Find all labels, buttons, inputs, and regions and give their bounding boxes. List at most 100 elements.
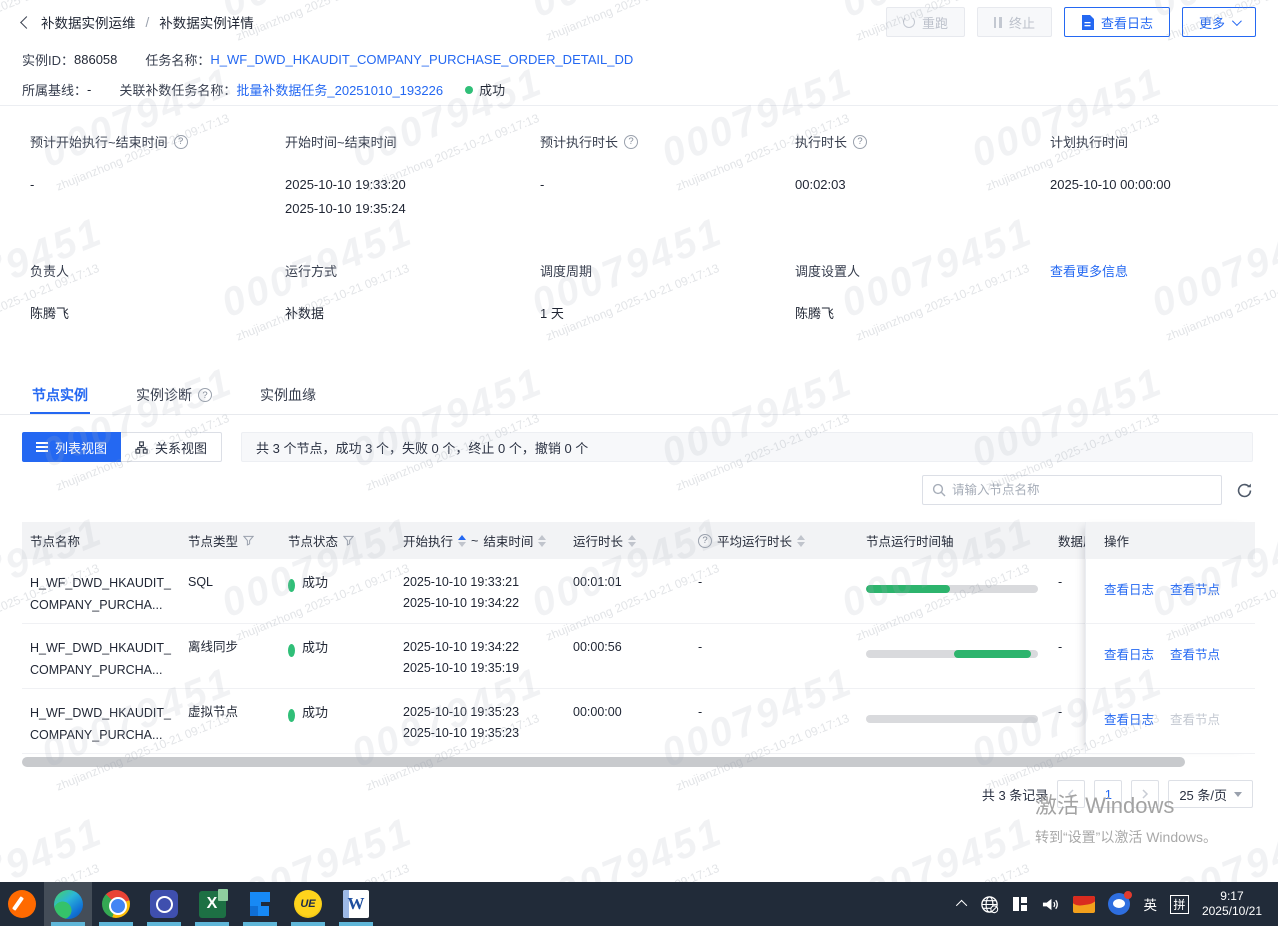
windows-activation-notice: 激活 Windows 转到“设置”以激活 Windows。: [1035, 788, 1217, 847]
sort-icon[interactable]: [628, 535, 636, 547]
info-value: -: [30, 173, 285, 197]
instance-id-value: 886058: [74, 52, 117, 67]
screen: 补数据实例运维 / 补数据实例详情 重跑 终止 查看日志 更多 实例ID： 88…: [0, 0, 1278, 926]
node-table: 节点名称 节点类型 节点状态 开始执行 ~ 结束时间 运行时长 平均运行时长 节…: [22, 522, 1255, 754]
help-icon[interactable]: [853, 135, 867, 149]
related-task-link[interactable]: 批量补数据任务_20251010_193226: [236, 80, 443, 99]
network-status-icon[interactable]: [980, 895, 999, 914]
view-log-link[interactable]: 查看日志: [1104, 644, 1154, 688]
info-value: 补数据: [285, 302, 540, 326]
list-view-button[interactable]: 列表视图: [22, 432, 121, 462]
back-icon[interactable]: [20, 16, 33, 29]
search-input[interactable]: [952, 483, 1212, 497]
breadcrumb-parent[interactable]: 补数据实例运维: [41, 12, 136, 32]
cell-duration: 00:01:01: [565, 559, 690, 623]
help-icon[interactable]: [698, 534, 712, 548]
relation-view-button[interactable]: 关系视图: [121, 432, 222, 462]
tabs-bar: 节点实例 实例诊断 实例血缘: [0, 378, 1278, 415]
action-column: 操作 查看日志 查看节点 查看日志 查看节点 查看日志 查看节点: [1085, 522, 1255, 754]
activation-title: 激活 Windows: [1035, 788, 1217, 820]
cell-timeline: [858, 689, 1050, 753]
sort-icon[interactable]: [538, 535, 546, 547]
breadcrumb: 补数据实例运维 / 补数据实例详情: [22, 12, 254, 32]
taskbar-app-chrome[interactable]: [92, 882, 140, 926]
more-button[interactable]: 更多: [1182, 7, 1256, 37]
cell-node-name: H_WF_DWD_HKAUDIT_COMPANY_PURCHA...: [22, 689, 180, 753]
cell-node-name: H_WF_DWD_HKAUDIT_COMPANY_PURCHA...: [22, 559, 180, 623]
page-header: 补数据实例运维 / 补数据实例详情 重跑 终止 查看日志 更多 实例ID： 88…: [0, 0, 1278, 106]
info-card-duration: 执行时长 00:02:03: [795, 132, 1050, 221]
info-row-2: 负责人 陈腾飞 运行方式 补数据 调度周期 1 天 调度设置人 陈腾飞 查看更多…: [30, 261, 1256, 326]
rerun-icon: [903, 16, 915, 28]
help-icon[interactable]: [174, 135, 188, 149]
info-label: 预计开始执行~结束时间: [30, 132, 168, 151]
taskbar-app-messenger[interactable]: [140, 882, 188, 926]
info-card-more: 查看更多信息: [1050, 261, 1256, 326]
view-more-info-link[interactable]: 查看更多信息: [1050, 261, 1128, 280]
refresh-icon[interactable]: [1236, 482, 1253, 499]
scrollbar-thumb[interactable]: [22, 757, 1185, 767]
rerun-button[interactable]: 重跑: [886, 7, 965, 37]
tab-instance-diagnose[interactable]: 实例诊断: [134, 378, 214, 414]
table-row: H_WF_DWD_HKAUDIT_COMPANY_PURCHA... 虚拟节点 …: [22, 689, 1255, 754]
view-node-link[interactable]: 查看节点: [1170, 644, 1220, 688]
taskbar-app-blue-f[interactable]: [236, 882, 284, 926]
taskbar-app-excel[interactable]: X: [188, 882, 236, 926]
info-value: 陈腾飞: [30, 302, 285, 326]
sort-icon[interactable]: [797, 535, 805, 547]
header-actions: 重跑 终止 查看日志 更多: [886, 7, 1256, 37]
col-avg-duration: 平均运行时长: [690, 522, 858, 559]
mail-app-icon[interactable]: [1073, 896, 1095, 913]
task-name-link[interactable]: H_WF_DWD_HKAUDIT_COMPANY_PURCHASE_ORDER_…: [210, 52, 633, 67]
col-node-status: 节点状态: [280, 522, 395, 559]
help-icon: [198, 388, 212, 402]
ime-mode-indicator[interactable]: 拼: [1170, 895, 1189, 914]
view-switcher: 列表视图 关系视图: [22, 432, 222, 462]
info-value: 2025-10-10 00:00:00: [1050, 173, 1256, 197]
status-dot: [465, 86, 473, 94]
taskbar-app-edge[interactable]: [44, 882, 92, 926]
tab-instance-lineage[interactable]: 实例血缘: [258, 378, 318, 414]
info-label: 计划执行时间: [1050, 132, 1128, 151]
search-icon: [932, 483, 946, 497]
ultraedit-icon: UE: [294, 890, 322, 918]
clock-date: 2025/10/21: [1202, 904, 1262, 919]
view-node-link[interactable]: 查看节点: [1170, 579, 1220, 623]
terminate-button[interactable]: 终止: [977, 7, 1052, 37]
taskbar-app-word[interactable]: W: [332, 882, 380, 926]
taskbar-clock[interactable]: 9:17 2025/10/21: [1202, 889, 1266, 919]
view-log-link[interactable]: 查看日志: [1104, 579, 1154, 623]
instance-info-section: 预计开始执行~结束时间 - 开始时间~结束时间 2025-10-10 19:33…: [0, 106, 1278, 362]
volume-icon[interactable]: [1041, 896, 1060, 913]
pause-icon: [994, 17, 1002, 28]
view-log-link[interactable]: 查看日志: [1104, 709, 1154, 753]
info-label: 调度设置人: [795, 261, 860, 280]
info-label: 开始时间~结束时间: [285, 132, 397, 151]
cell-duration: 00:00:00: [565, 689, 690, 753]
pen-app-icon: [8, 890, 36, 918]
cell-avg-duration: -: [690, 559, 858, 623]
baseline-row: 所属基线： - 关联补数任务名称： 批量补数据任务_20251010_19322…: [22, 74, 1256, 105]
filter-icon[interactable]: [343, 535, 354, 546]
tray-expand-button[interactable]: [959, 900, 967, 908]
taskbar-app-pen[interactable]: [0, 882, 44, 926]
sort-icon[interactable]: [458, 535, 466, 547]
ime-language-indicator[interactable]: 英: [1143, 894, 1157, 914]
chevron-down-icon: [1232, 16, 1242, 26]
cell-node-status: 成功: [280, 689, 395, 753]
taskbar-app-ultraedit[interactable]: UE: [284, 882, 332, 926]
info-row-1: 预计开始执行~结束时间 - 开始时间~结束时间 2025-10-10 19:33…: [30, 132, 1256, 221]
title-bar: 补数据实例运维 / 补数据实例详情 重跑 终止 查看日志 更多: [22, 0, 1256, 44]
info-label: 执行时长: [795, 132, 847, 151]
wecom-tray-icon[interactable]: [1108, 893, 1130, 915]
blue-circle-app-icon: [150, 890, 178, 918]
filter-icon[interactable]: [243, 535, 254, 546]
view-log-button[interactable]: 查看日志: [1064, 7, 1170, 37]
info-label: 负责人: [30, 261, 69, 280]
tab-node-instance[interactable]: 节点实例: [30, 378, 90, 414]
info-value: 2025-10-10 19:35:24: [285, 197, 540, 221]
help-icon[interactable]: [624, 135, 638, 149]
window-tiles-icon[interactable]: [1012, 896, 1028, 912]
excel-icon: X: [199, 891, 226, 918]
view-node-link-disabled: 查看节点: [1170, 709, 1220, 753]
